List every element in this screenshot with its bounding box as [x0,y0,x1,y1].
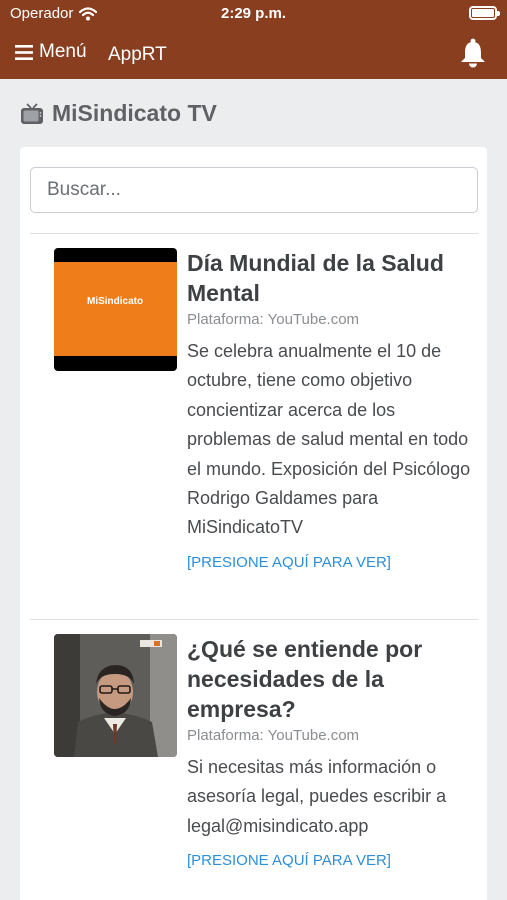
app-header: Menú AppRT [0,28,507,79]
page-title: MiSindicato TV [20,100,217,127]
video-item: MiSindicato Día Mundial de la Salud Ment… [54,248,474,608]
video-list-card: MiSindicato Día Mundial de la Salud Ment… [20,147,487,900]
video-platform: Plataforma: YouTube.com [187,311,360,328]
battery-icon [469,6,500,20]
video-details: ¿Qué se entiende por necesidades de la e… [187,634,472,871]
clock: 2:29 p.m. [220,5,287,22]
thumbnail-frame [54,262,177,356]
presenter-photo [54,634,177,757]
video-description: Si necesitas más información o asesoría … [187,757,447,836]
video-title: ¿Qué se entiende por necesidades de la e… [187,636,423,722]
video-platform: Plataforma: YouTube.com [187,727,360,744]
video-thumbnail[interactable] [54,634,177,757]
tv-icon [21,102,43,124]
page-title-text: MiSindicato TV [52,100,217,126]
divider [30,233,478,234]
video-details: Día Mundial de la Salud Mental Plataform… [187,248,472,573]
thumbnail-logo: MiSindicato [87,296,143,307]
notifications-button[interactable] [459,38,487,68]
search-input[interactable] [30,167,478,213]
status-bar: Operador 2:29 p.m. [0,0,507,28]
menu-button[interactable]: Menú [15,41,87,63]
video-thumbnail[interactable]: MiSindicato [54,248,177,371]
divider [30,619,478,620]
video-item: ¿Qué se entiende por necesidades de la e… [54,634,474,900]
menu-label: Menú [39,41,87,62]
thumbnail-logo-text: MiSindicato [87,296,144,307]
video-description: Se celebra anualmente el 10 de octubre, … [187,341,471,538]
app-title: AppRT [108,44,167,65]
bell-icon [461,38,485,68]
watch-video-link[interactable]: [PRESIONE AQUÍ PARA VER] [187,851,472,871]
video-title: Día Mundial de la Salud Mental [187,250,444,306]
hamburger-icon [15,44,33,60]
watch-video-link[interactable]: [PRESIONE AQUÍ PARA VER] [187,553,472,573]
